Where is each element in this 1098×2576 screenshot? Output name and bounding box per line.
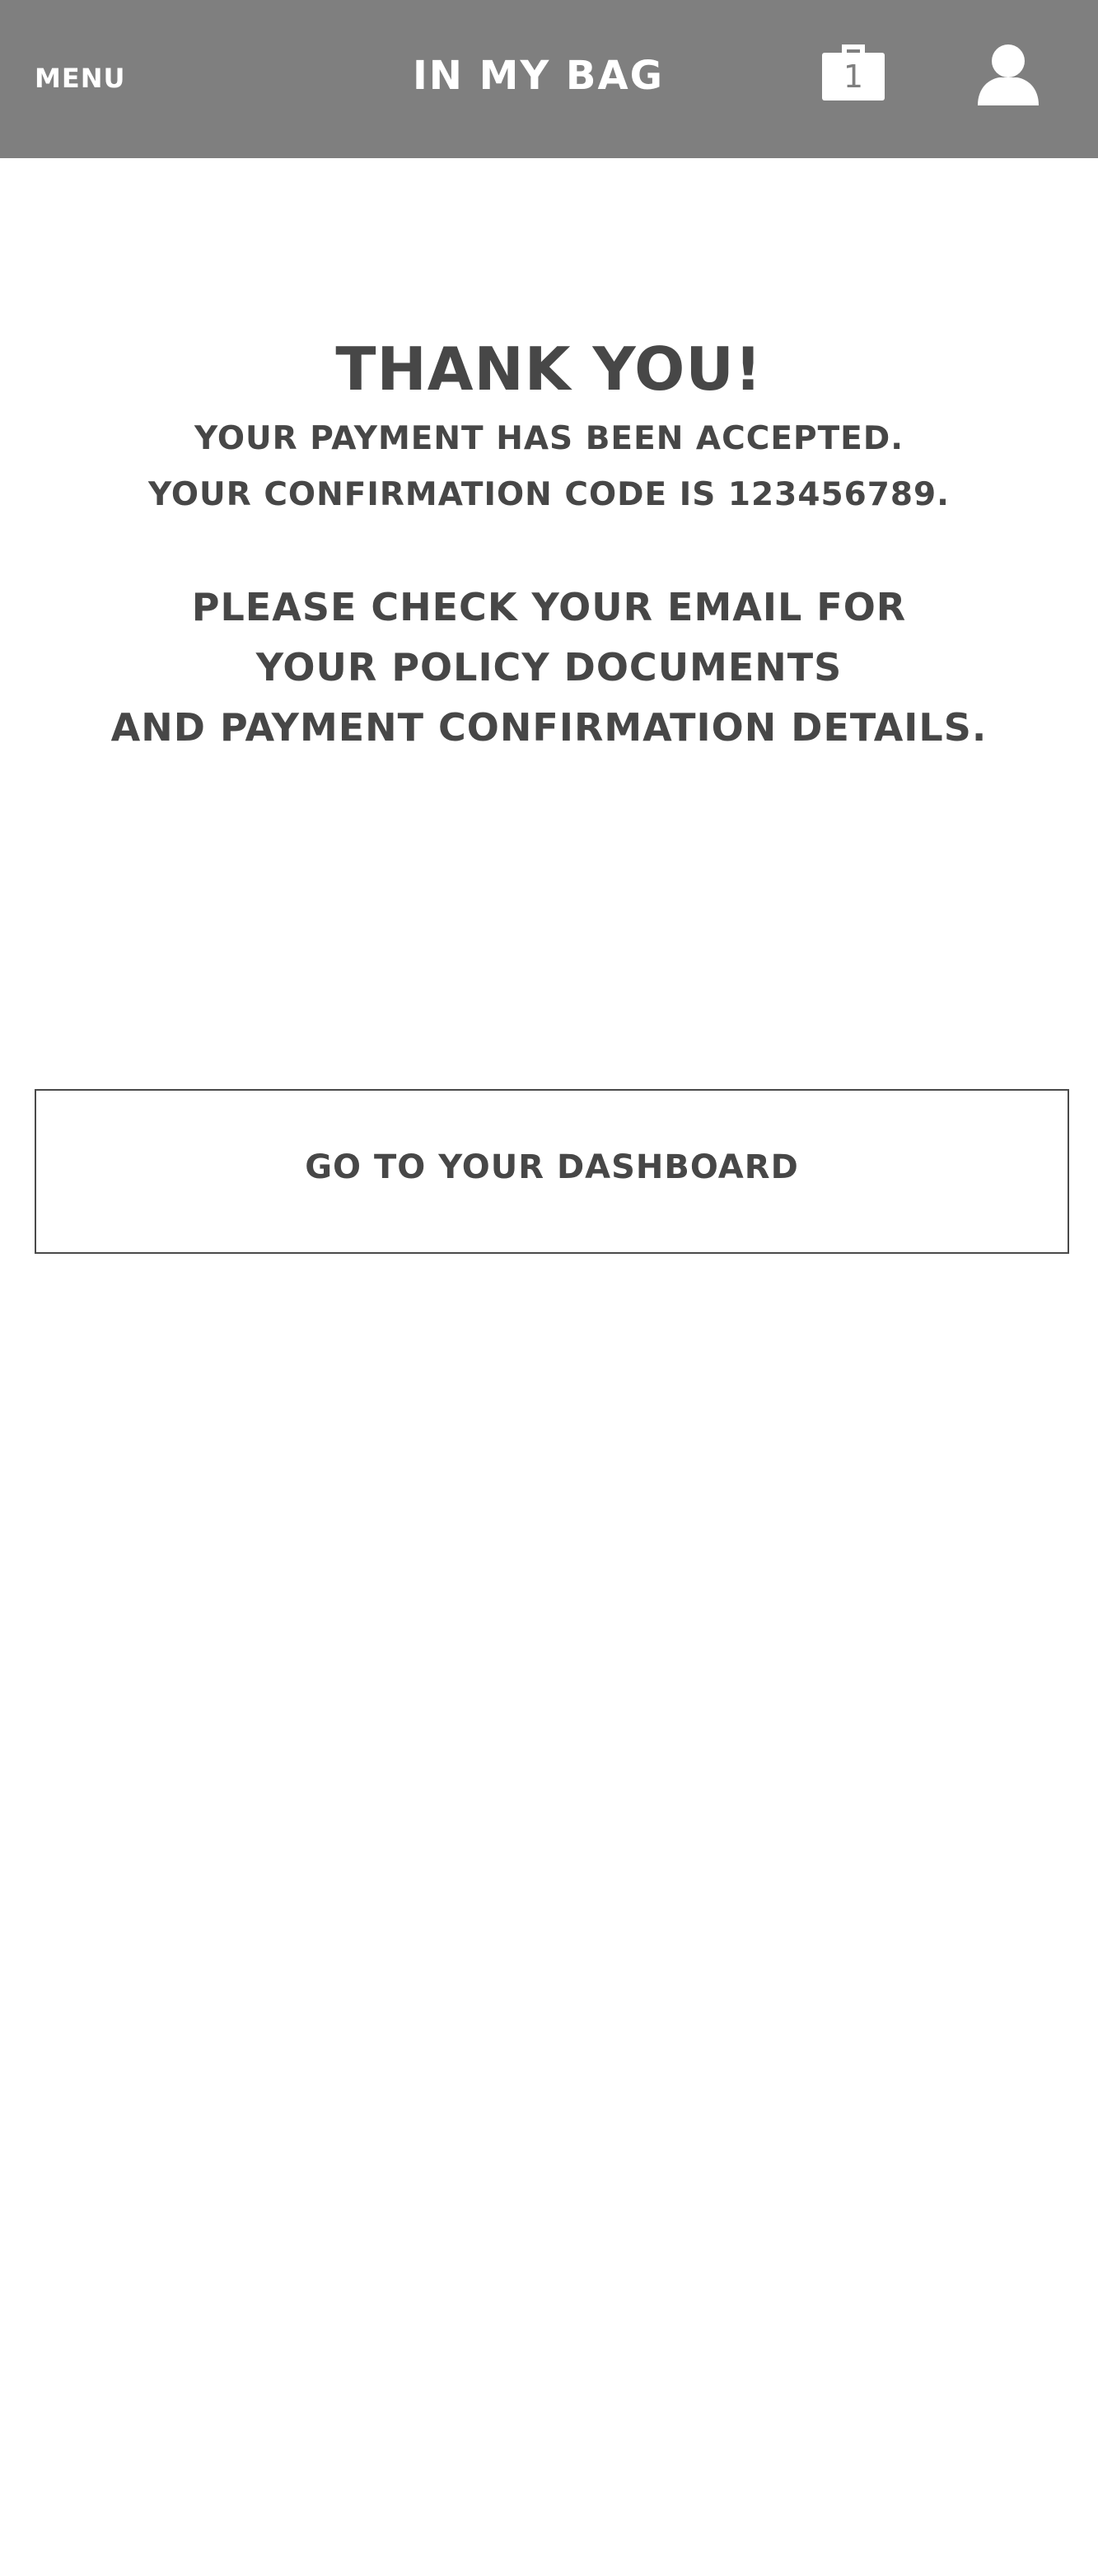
email-instruction-line-3: AND PAYMENT CONFIRMATION DETAILS.: [110, 705, 988, 750]
dashboard-button-label: GO TO YOUR DASHBOARD: [305, 1148, 799, 1186]
confirmation-code-text: YOUR CONFIRMATION CODE IS 123456789.: [148, 476, 950, 513]
thank-you-heading: THANK YOU!: [335, 334, 763, 404]
page-title: IN MY BAG: [412, 53, 665, 99]
bag-count-badge: 1: [843, 58, 864, 95]
header-bar: MENU IN MY BAG 1: [0, 0, 1098, 158]
payment-accepted-text: YOUR PAYMENT HAS BEEN ACCEPTED.: [194, 420, 904, 457]
email-instruction-line-1: PLEASE CHECK YOUR EMAIL FOR: [191, 585, 907, 629]
user-profile-button[interactable]: [976, 43, 1040, 107]
go-to-dashboard-button[interactable]: GO TO YOUR DASHBOARD: [35, 1089, 1069, 1254]
bag-button[interactable]: 1: [822, 41, 885, 101]
user-profile-icon: [978, 44, 1039, 105]
page: MENU IN MY BAG 1 THANK YOU! YOUR PAYMENT…: [0, 0, 1098, 2576]
email-instruction-line-2: YOUR POLICY DOCUMENTS: [255, 645, 843, 690]
